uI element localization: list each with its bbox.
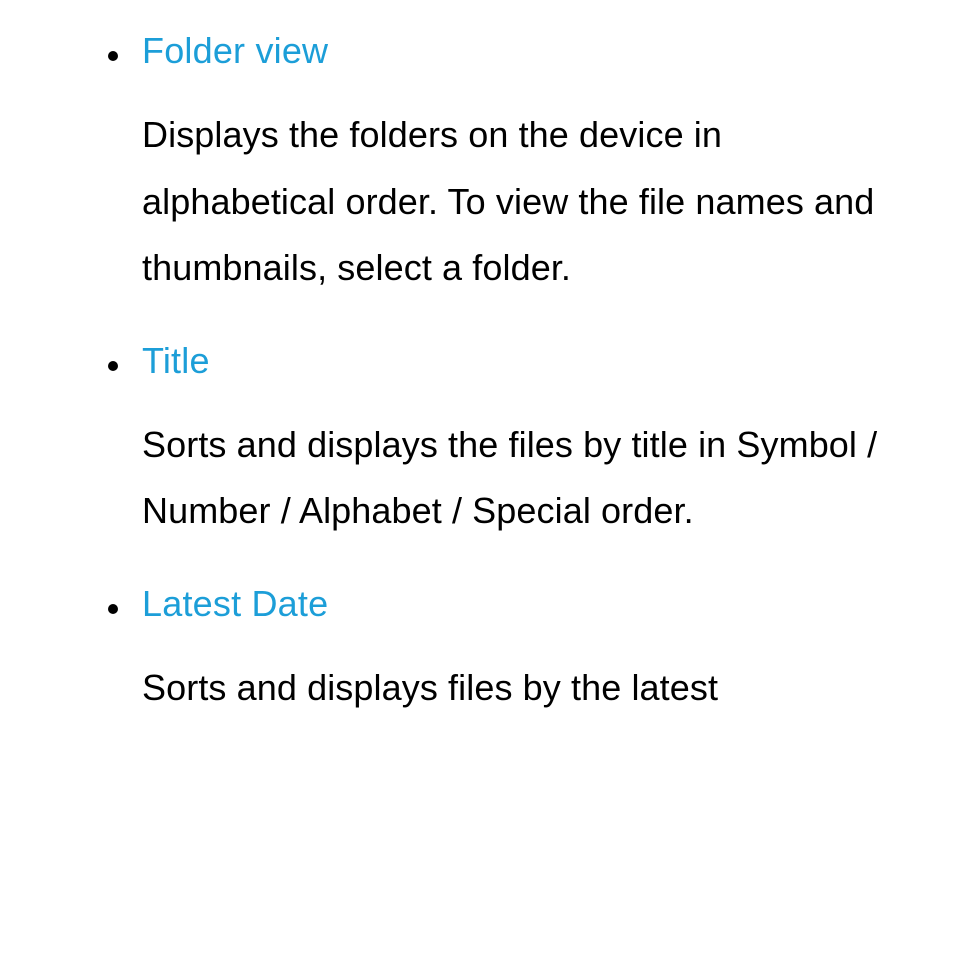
term-description: Sorts and displays files by the latest bbox=[142, 655, 894, 722]
term-description: Sorts and displays the files by title in… bbox=[142, 412, 894, 545]
term-description: Displays the folders on the device in al… bbox=[142, 102, 894, 302]
term-label: Title bbox=[142, 340, 210, 382]
term-row: Folder view bbox=[108, 30, 894, 72]
term-label: Folder view bbox=[142, 30, 328, 72]
term-row: Title bbox=[108, 340, 894, 382]
definition-list: Folder view Displays the folders on the … bbox=[60, 30, 894, 722]
list-item: Title Sorts and displays the files by ti… bbox=[60, 340, 894, 545]
term-row: Latest Date bbox=[108, 583, 894, 625]
bullet-icon bbox=[108, 604, 118, 614]
bullet-icon bbox=[108, 51, 118, 61]
bullet-icon bbox=[108, 361, 118, 371]
term-label: Latest Date bbox=[142, 583, 328, 625]
list-item: Latest Date Sorts and displays files by … bbox=[60, 583, 894, 722]
list-item: Folder view Displays the folders on the … bbox=[60, 30, 894, 302]
